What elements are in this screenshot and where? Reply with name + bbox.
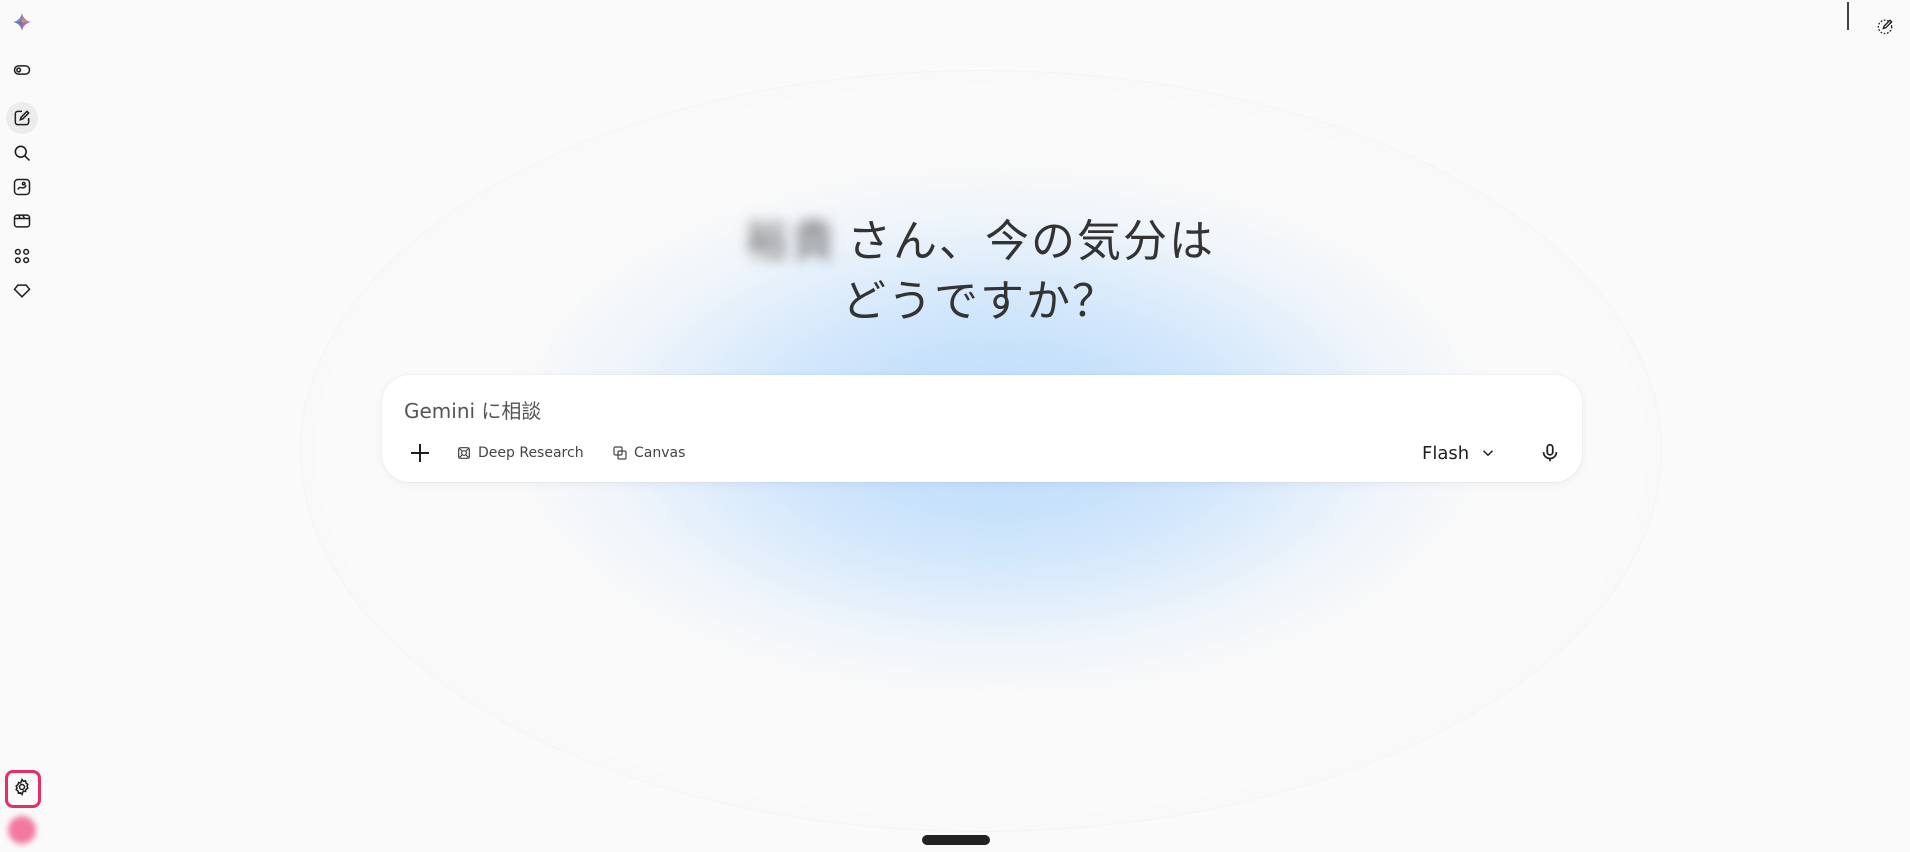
search-icon[interactable] bbox=[6, 137, 38, 169]
deep-research-icon bbox=[458, 447, 470, 459]
model-label: Flash bbox=[1422, 442, 1470, 464]
bottom-handle bbox=[922, 835, 990, 845]
prompt-input[interactable]: Gemini に相談 bbox=[404, 395, 541, 424]
microphone-button[interactable] bbox=[1532, 435, 1568, 471]
avatar[interactable] bbox=[8, 816, 36, 844]
canvas-button[interactable]: Canvas bbox=[612, 439, 685, 467]
new-chat-icon[interactable] bbox=[6, 102, 38, 134]
add-button[interactable] bbox=[404, 437, 436, 469]
prompt-composer[interactable]: Gemini に相談 Deep Research Canvas Flash bbox=[382, 375, 1582, 482]
chevron-down-icon bbox=[1483, 450, 1494, 457]
canvas-icon bbox=[613, 446, 627, 460]
greeting-suffix: さん、今の気分は bbox=[847, 216, 1215, 267]
user-name: 裕貴 bbox=[745, 216, 837, 267]
canvas-label: Canvas bbox=[634, 445, 686, 461]
sidebar-toggle-icon[interactable] bbox=[6, 54, 38, 86]
greeting-line-2: どうですか？ bbox=[842, 276, 1118, 327]
top-divider bbox=[1847, 2, 1849, 30]
greeting: 裕貴 さん、今の気分は どうですか？ bbox=[0, 212, 1910, 332]
deep-research-button[interactable]: Deep Research bbox=[456, 439, 584, 467]
settings-icon[interactable] bbox=[6, 771, 38, 803]
microphone-icon bbox=[1542, 443, 1558, 462]
sidebar-rail bbox=[0, 0, 44, 852]
temporary-chat-icon[interactable] bbox=[1869, 10, 1901, 42]
gallery-icon[interactable] bbox=[6, 171, 38, 203]
deep-research-label: Deep Research bbox=[478, 445, 584, 461]
greeting-line-1: 裕貴 さん、今の気分は bbox=[0, 212, 1910, 272]
model-selector[interactable]: Flash bbox=[1422, 437, 1497, 469]
gemini-logo-icon[interactable] bbox=[6, 6, 38, 38]
